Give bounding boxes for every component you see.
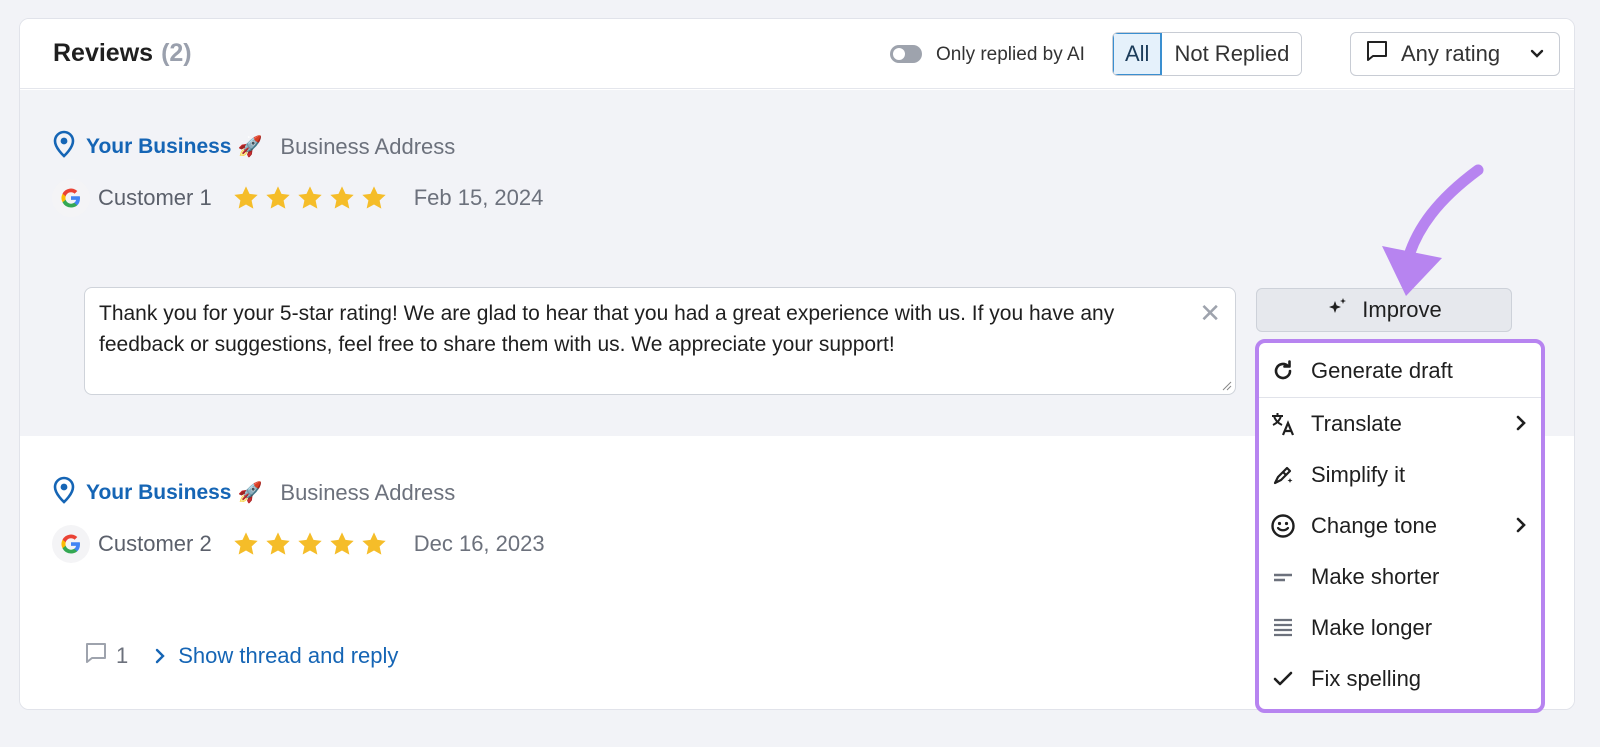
reply-filter: All Not Replied (1112, 32, 1303, 76)
customer-name: Customer 1 (98, 185, 212, 210)
customer-name: Customer 2 (98, 531, 212, 556)
menu-item-label: Make longer (1311, 615, 1433, 640)
comment-icon (1365, 39, 1389, 69)
translate-icon (1269, 410, 1297, 438)
location-pin-icon (52, 476, 76, 509)
menu-item-translate[interactable]: Translate (1259, 401, 1541, 447)
improve-menu: Generate draft Translate Simplify it Cha… (1255, 339, 1545, 713)
resize-handle-icon[interactable] (1222, 381, 1232, 391)
business-address: Business Address (280, 133, 456, 159)
customer-row: Customer 2 Dec 16, 2023 (52, 525, 545, 563)
customer-row: Customer 1 Feb 15, 2024 (52, 179, 543, 217)
menu-item-label: Translate (1311, 411, 1402, 436)
star-icon (298, 532, 322, 555)
star-rating (232, 530, 388, 558)
menu-item-label: Make shorter (1311, 564, 1440, 589)
chevron-right-icon (1515, 513, 1527, 539)
smile-icon (1269, 512, 1297, 540)
thread-row: 1 Show thread and reply (84, 641, 398, 671)
ai-replied-toggle[interactable] (890, 45, 922, 63)
review-date: Dec 16, 2023 (413, 531, 545, 556)
menu-item-make-longer[interactable]: Make longer (1259, 605, 1541, 651)
business-row: Your Business 🚀 Business Address (52, 476, 455, 509)
toggle-knob (893, 48, 905, 60)
title-text: Reviews (53, 39, 154, 67)
filter-not-replied-button[interactable]: Not Replied (1162, 33, 1302, 75)
check-icon (1269, 665, 1297, 693)
ai-replied-toggle-label: Only replied by AI (936, 44, 1085, 65)
menu-item-change-tone[interactable]: Change tone (1259, 503, 1541, 549)
short-lines-icon (1269, 563, 1297, 591)
business-row: Your Business 🚀 Business Address (52, 130, 455, 163)
rating-filter-dropdown[interactable]: Any rating (1350, 32, 1560, 76)
close-icon[interactable]: ✕ (1199, 298, 1221, 329)
google-icon (52, 179, 90, 217)
magic-pen-icon (1269, 461, 1297, 489)
menu-item-simplify[interactable]: Simplify it (1259, 452, 1541, 498)
business-address: Business Address (280, 479, 456, 505)
star-icon (330, 532, 354, 555)
menu-item-label: Simplify it (1311, 462, 1406, 487)
show-thread-label: Show thread and reply (178, 643, 399, 668)
rating-filter-label: Any rating (1401, 41, 1501, 66)
star-icon (362, 186, 386, 209)
menu-item-make-shorter[interactable]: Make shorter (1259, 554, 1541, 600)
menu-item-label: Change tone (1311, 513, 1437, 538)
sparkle-icon (1326, 295, 1350, 325)
thread-count: 1 (116, 643, 129, 668)
chevron-right-icon (1515, 411, 1527, 437)
reply-text: Thank you for your 5-star rating! We are… (99, 302, 1115, 356)
review-count: (2) (161, 39, 192, 67)
location-pin-icon (52, 130, 76, 163)
rocket-icon: 🚀 (237, 136, 263, 158)
rocket-icon: 🚀 (237, 482, 263, 504)
menu-item-label: Fix spelling (1311, 666, 1422, 691)
star-icon (330, 186, 354, 209)
star-icon (266, 532, 290, 555)
star-icon (234, 532, 258, 555)
business-name-link[interactable]: Your Business (86, 135, 231, 159)
long-lines-icon (1269, 614, 1297, 642)
google-icon (52, 525, 90, 563)
show-thread-link[interactable]: Show thread and reply (154, 643, 398, 669)
improve-button-label: Improve (1362, 297, 1442, 322)
menu-divider (1259, 397, 1541, 398)
chevron-right-icon (156, 648, 165, 664)
comment-icon (84, 641, 108, 671)
star-icon (234, 186, 258, 209)
reply-textarea[interactable]: Thank you for your 5-star rating! We are… (84, 287, 1236, 395)
chevron-down-icon (1529, 41, 1545, 67)
business-name-link[interactable]: Your Business (86, 481, 231, 505)
annotation-arrow-icon (1382, 164, 1484, 296)
refresh-icon (1269, 357, 1297, 385)
page-title: Reviews (2) (53, 39, 192, 68)
star-rating (232, 184, 388, 212)
menu-item-generate-draft[interactable]: Generate draft (1259, 348, 1541, 394)
reviews-header: Reviews (2) Only replied by AI All Not Re… (20, 19, 1574, 89)
star-icon (298, 186, 322, 209)
star-icon (266, 186, 290, 209)
filter-all-button[interactable]: All (1113, 33, 1163, 75)
menu-item-label: Generate draft (1311, 358, 1453, 383)
review-date: Feb 15, 2024 (413, 185, 544, 210)
star-icon (362, 532, 386, 555)
menu-item-fix-spelling[interactable]: Fix spelling (1259, 656, 1541, 702)
